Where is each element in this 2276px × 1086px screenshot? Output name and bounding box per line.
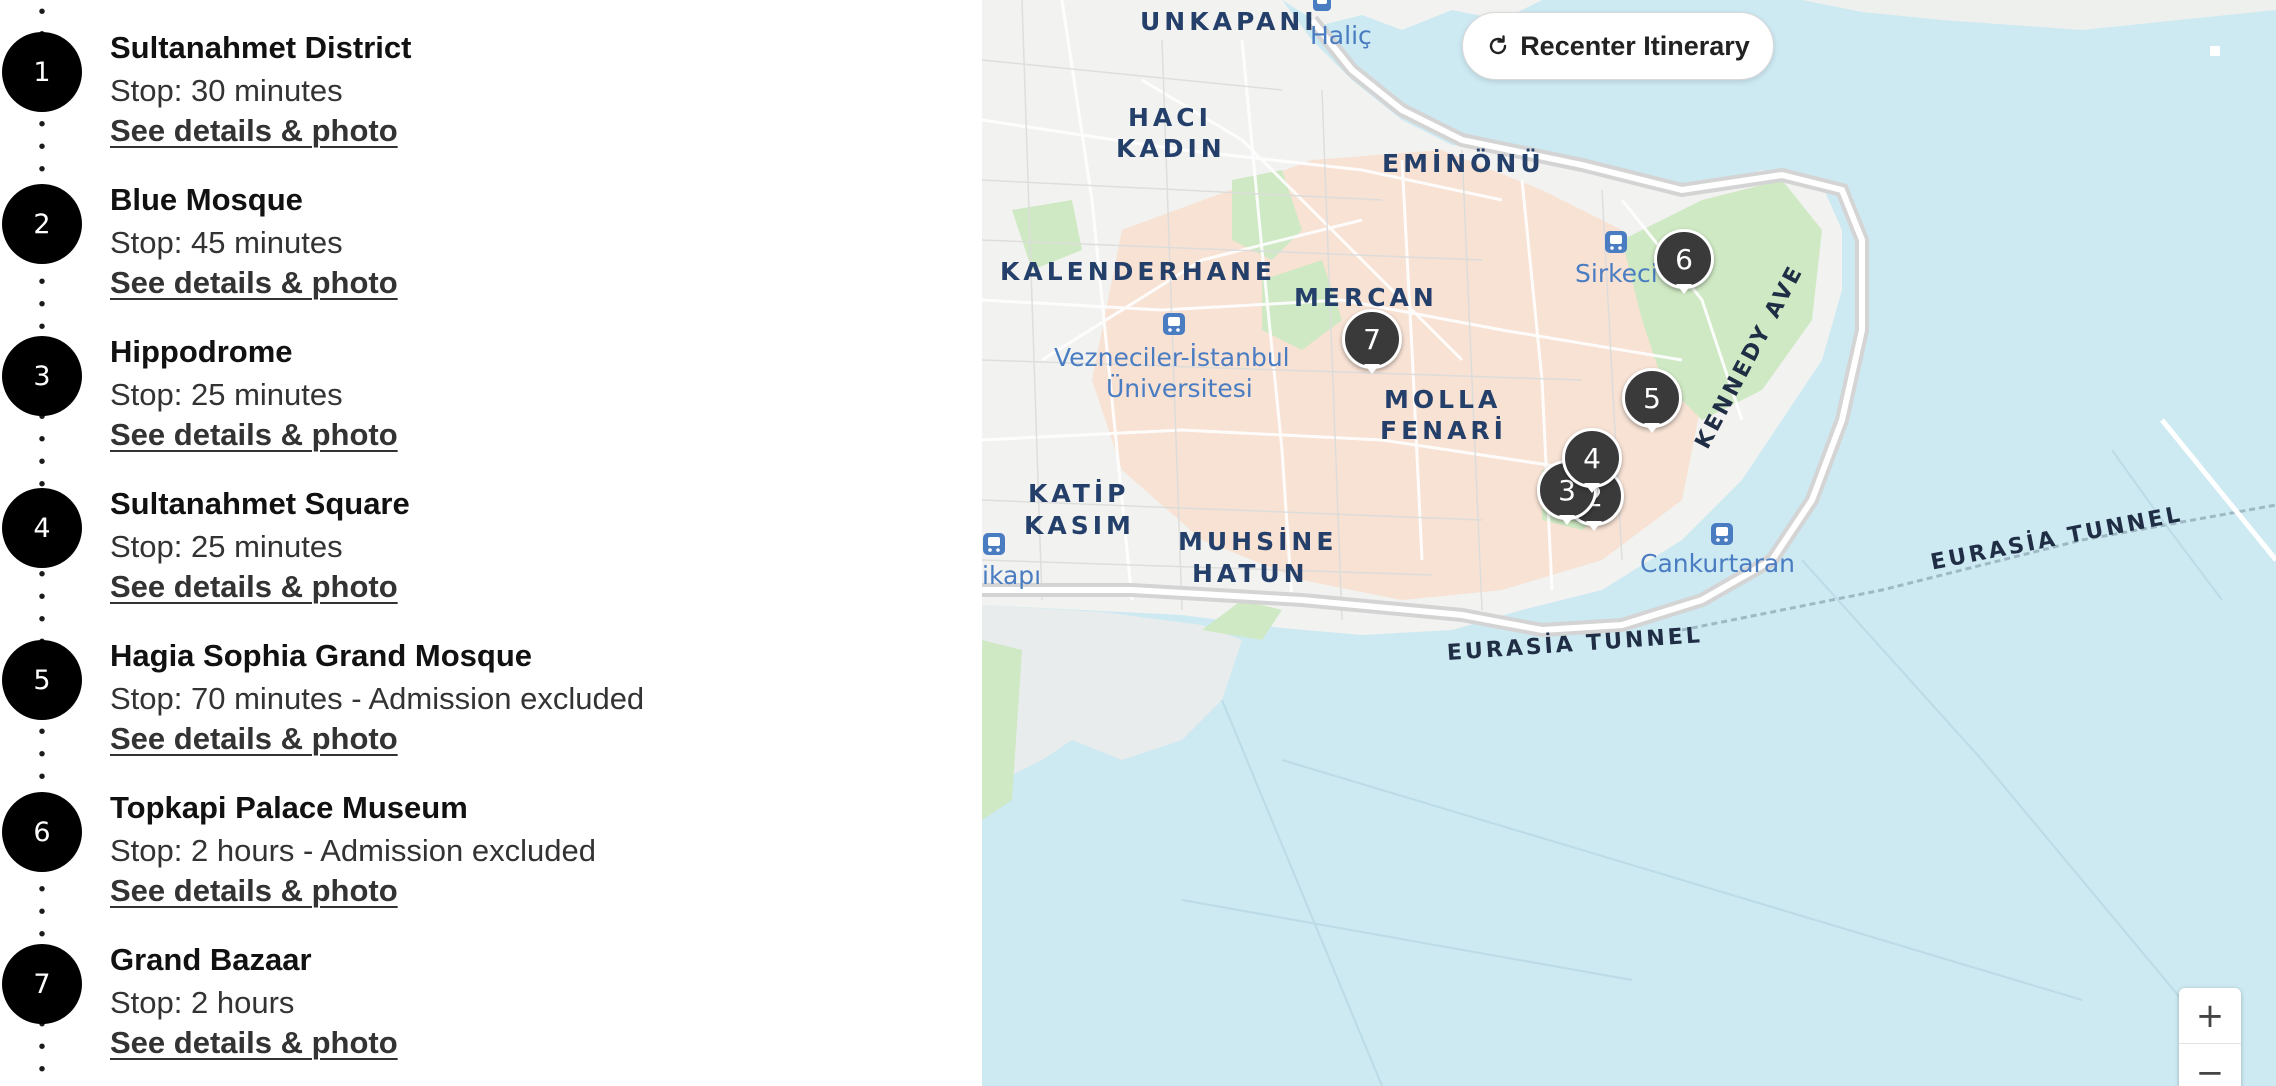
refresh-icon (1490, 35, 1507, 55)
itinerary-stop: 7 Grand Bazaar Stop: 2 hours See details… (0, 912, 982, 1062)
stop-duration: Stop: 2 hours (110, 985, 295, 1020)
map-label-kadin: KADIN (1116, 134, 1226, 163)
map-label-ikapi: ikapı (982, 561, 1042, 590)
zoom-controls: + − (2179, 988, 2241, 1086)
stop-number-badge: 1 (2, 32, 82, 112)
map-marker-stop-6[interactable]: 6 (1654, 229, 1714, 297)
see-details-link[interactable]: See details & photo (110, 569, 398, 605)
map-label-vezneciler: Vezneciler-İstanbul (1054, 343, 1290, 372)
recenter-label: Recenter Itinerary (1520, 30, 1750, 61)
marker-number: 6 (1654, 229, 1714, 289)
stop-name: Grand Bazaar (110, 942, 312, 977)
itinerary-stop: 6 Topkapi Palace Museum Stop: 2 hours - … (0, 760, 982, 910)
stop-name: Hagia Sophia Grand Mosque (110, 638, 532, 673)
stop-number-badge: 3 (2, 336, 82, 416)
stop-name: Sultanahmet Square (110, 486, 410, 521)
stop-name: Topkapi Palace Museum (110, 790, 468, 825)
marker-number: 7 (1342, 309, 1402, 369)
zoom-out-button[interactable]: − (2179, 1045, 2241, 1086)
map-label-halic: Haliç (1310, 21, 1372, 50)
map-label-cankurtaran: Cankurtaran (1640, 549, 1796, 578)
train-station-icon (1711, 523, 1733, 545)
metro-station-icon (1313, 0, 1331, 11)
see-details-link[interactable]: See details & photo (110, 417, 398, 453)
see-details-link[interactable]: See details & photo (110, 1025, 398, 1061)
stop-duration: Stop: 70 minutes - Admission excluded (110, 681, 645, 716)
map-label-katip: KATİP (1028, 479, 1130, 508)
map-label-unkapani: UNKAPANI (1140, 7, 1318, 36)
zoom-in-button[interactable]: + (2179, 988, 2241, 1044)
stop-number-badge: 2 (2, 184, 82, 264)
stop-number-badge: 7 (2, 944, 82, 1024)
map-label-kalenderhane: KALENDERHANE (1000, 257, 1277, 286)
train-station-icon (1605, 231, 1627, 253)
stop-number-badge: 6 (2, 792, 82, 872)
map-label-hatun: HATUN (1192, 559, 1309, 588)
itinerary-stop: 1 Sultanahmet District Stop: 30 minutes … (0, 0, 982, 150)
metro-station-icon (1163, 313, 1185, 335)
itinerary-map[interactable]: UNKAPANI Haliç HACI KADIN EMİNÖNÜ Sirkec… (982, 0, 2276, 1086)
train-station-icon (983, 533, 1005, 555)
itinerary-stop: 5 Hagia Sophia Grand Mosque Stop: 70 min… (0, 608, 982, 758)
stop-duration: Stop: 45 minutes (110, 225, 343, 260)
map-label-eminonu: EMİNÖNÜ (1382, 149, 1545, 178)
stop-duration: Stop: 25 minutes (110, 529, 343, 564)
stop-duration: Stop: 2 hours - Admission excluded (110, 833, 596, 868)
map-marker-stop-5[interactable]: 5 (1622, 368, 1682, 436)
marker-number: 4 (1562, 428, 1622, 488)
stop-number-badge: 5 (2, 640, 82, 720)
map-label-fenari: FENARİ (1380, 416, 1507, 445)
see-details-link[interactable]: See details & photo (110, 873, 398, 909)
see-details-link[interactable]: See details & photo (110, 113, 398, 149)
itinerary-stop: 2 Blue Mosque Stop: 45 minutes See detai… (0, 152, 982, 302)
stop-name: Blue Mosque (110, 182, 303, 217)
stop-name: Sultanahmet District (110, 30, 412, 65)
itinerary-list: 1 Sultanahmet District Stop: 30 minutes … (0, 0, 982, 1086)
map-label-muhsine: MUHSİNE (1178, 527, 1338, 556)
map-marker-stop-7[interactable]: 7 (1342, 309, 1402, 377)
map-marker-stop-4[interactable]: 4 (1562, 428, 1622, 496)
map-label-sirkeci: Sirkeci (1575, 259, 1658, 288)
itinerary-stop: 3 Hippodrome Stop: 25 minutes See detail… (0, 304, 982, 454)
stop-name: Hippodrome (110, 334, 293, 369)
map-label-kasim: KASIM (1024, 511, 1135, 540)
map-label-molla: MOLLA (1384, 385, 1502, 414)
see-details-link[interactable]: See details & photo (110, 265, 398, 301)
marker-number: 5 (1622, 368, 1682, 428)
see-details-link[interactable]: See details & photo (110, 721, 398, 757)
map-label-universitesi: Üniversitesi (1106, 374, 1253, 403)
itinerary-stop: 4 Sultanahmet Square Stop: 25 minutes Se… (0, 456, 982, 606)
stop-duration: Stop: 25 minutes (110, 377, 343, 412)
recenter-itinerary-button[interactable]: Recenter Itinerary (1462, 12, 1774, 80)
stop-duration: Stop: 30 minutes (110, 73, 343, 108)
map-label-haci: HACI (1128, 103, 1212, 132)
stop-number-badge: 4 (2, 488, 82, 568)
